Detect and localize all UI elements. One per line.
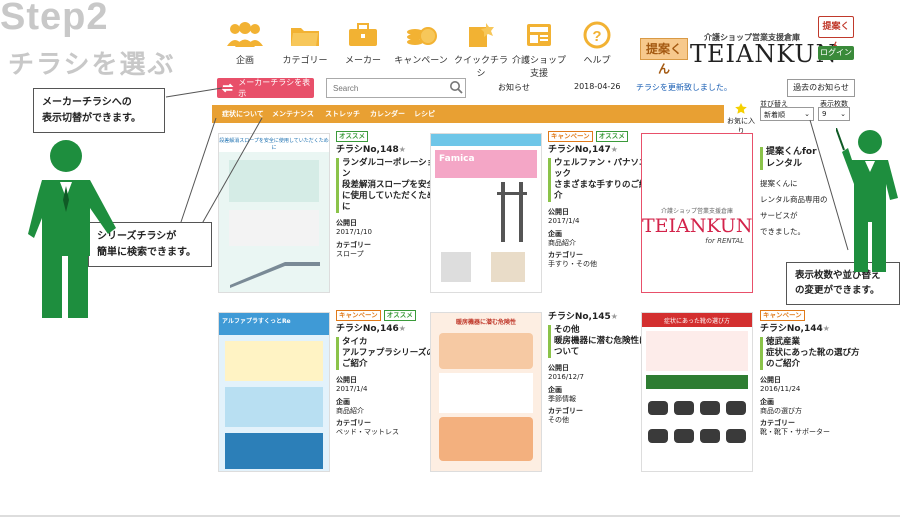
presenter-figure-left — [28, 140, 116, 318]
presenter-figure-right — [836, 128, 898, 272]
callout-maker-toggle: メーカーチラシへの 表示切替ができます。 — [33, 88, 165, 133]
